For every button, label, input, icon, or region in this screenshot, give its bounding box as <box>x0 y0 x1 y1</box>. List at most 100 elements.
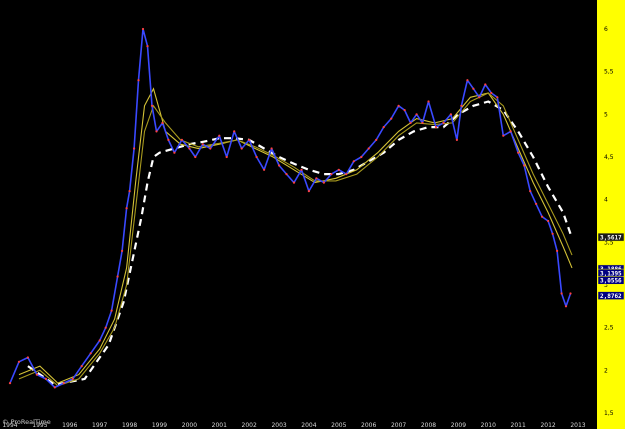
price-point <box>529 190 532 193</box>
y-tick-label: 1,5 <box>604 410 614 417</box>
price-point <box>300 168 303 171</box>
y-tick-label: 4 <box>604 197 608 204</box>
price-point <box>547 219 550 223</box>
x-tick-label: 2011 <box>511 422 526 429</box>
price-chart-canvas: 1994 1995 1996 1997 1998 1999 2000 2001 2002 2003… <box>2 0 625 429</box>
price-point <box>375 138 378 141</box>
price-point <box>26 356 29 359</box>
price-point <box>137 79 140 82</box>
price-point <box>116 275 119 278</box>
price-point <box>502 134 505 137</box>
price-point <box>427 100 430 103</box>
y-tick-label: 6 <box>604 26 608 33</box>
price-series <box>8 27 572 389</box>
price-point <box>455 138 458 141</box>
moving-average-line-3 <box>18 92 573 387</box>
source-credit: © ProRealTime <box>2 418 51 426</box>
price-point <box>509 130 512 133</box>
price-point <box>62 382 65 385</box>
price-point <box>155 130 158 133</box>
x-tick-label: 1999 <box>152 422 167 429</box>
price-point <box>133 147 136 150</box>
chart: 1994 1995 1996 1997 1998 1999 2000 2001 2002 2003… <box>0 0 625 429</box>
value-badge: 3,5617 <box>597 232 625 242</box>
price-point <box>556 249 559 252</box>
price-point <box>551 232 554 235</box>
price-point <box>233 130 236 133</box>
x-tick-label: 1996 <box>62 422 77 429</box>
x-tick-label: 2013 <box>570 422 585 429</box>
price-point <box>167 138 170 141</box>
x-tick-label: 2007 <box>391 422 406 429</box>
price-line <box>9 28 572 389</box>
value-badge: 2,8762 <box>597 291 625 300</box>
x-tick-label: 2009 <box>451 422 466 429</box>
price-point <box>104 326 107 329</box>
price-point <box>98 339 101 342</box>
price-point <box>442 121 445 124</box>
price-point <box>523 164 526 167</box>
x-tick-label: 2008 <box>421 422 436 429</box>
price-point <box>496 96 499 99</box>
price-point <box>150 104 154 107</box>
y-axis-band <box>597 0 625 429</box>
price-point <box>484 83 487 86</box>
price-point <box>161 121 164 124</box>
price-point <box>201 143 204 146</box>
y-tick-label: 2,5 <box>604 325 614 332</box>
price-point <box>270 147 273 150</box>
x-tick-label: 2004 <box>301 422 316 429</box>
price-point <box>278 164 281 167</box>
price-point <box>141 27 145 31</box>
price-point <box>478 96 481 99</box>
price-point <box>80 365 83 368</box>
price-point <box>415 113 418 116</box>
price-point <box>292 181 296 184</box>
price-point <box>121 249 124 252</box>
price-point <box>409 121 412 124</box>
price-point <box>367 147 370 150</box>
price-point <box>240 147 243 150</box>
value-badge-label: 3,5617 <box>600 234 622 241</box>
price-point <box>472 87 475 90</box>
price-point <box>248 138 251 141</box>
price-point <box>541 215 544 218</box>
price-point <box>209 147 212 150</box>
x-axis-ticks: 1994 1995 1996 1997 1998 1999 2000 2001 2002 2003… <box>2 422 585 429</box>
price-point <box>315 177 318 180</box>
moving-average-line-1 <box>27 100 574 386</box>
price-point <box>53 386 56 389</box>
price-point <box>434 126 438 129</box>
y-tick-label: 4,5 <box>604 154 614 161</box>
y-tick-label: 5,5 <box>604 69 614 76</box>
price-point <box>285 173 288 176</box>
price-point <box>188 147 191 150</box>
price-point <box>218 134 221 137</box>
x-tick-label: 1997 <box>92 422 107 429</box>
value-badge: 3,0556 <box>597 276 625 285</box>
price-point <box>35 373 39 376</box>
x-tick-label: 2012 <box>540 422 555 429</box>
x-tick-label: 2010 <box>481 422 496 429</box>
x-tick-label: 2006 <box>361 422 376 429</box>
price-point <box>8 382 12 385</box>
price-point <box>173 151 176 154</box>
price-point <box>255 155 258 159</box>
price-point <box>128 190 131 193</box>
x-tick-label: 2000 <box>182 422 197 429</box>
price-point <box>535 202 538 205</box>
price-point <box>352 160 355 163</box>
price-point <box>322 181 325 184</box>
price-point <box>490 91 493 95</box>
price-point <box>337 168 340 171</box>
x-tick-label: 1998 <box>122 422 137 429</box>
x-tick-label: 2001 <box>212 422 227 429</box>
price-point <box>125 207 128 210</box>
value-badge-label: 3,0556 <box>600 278 622 285</box>
moving-averages <box>18 87 574 387</box>
price-point <box>360 155 363 159</box>
price-point <box>569 292 572 295</box>
price-point <box>89 352 92 355</box>
price-point <box>421 121 424 124</box>
price-point <box>345 173 348 176</box>
